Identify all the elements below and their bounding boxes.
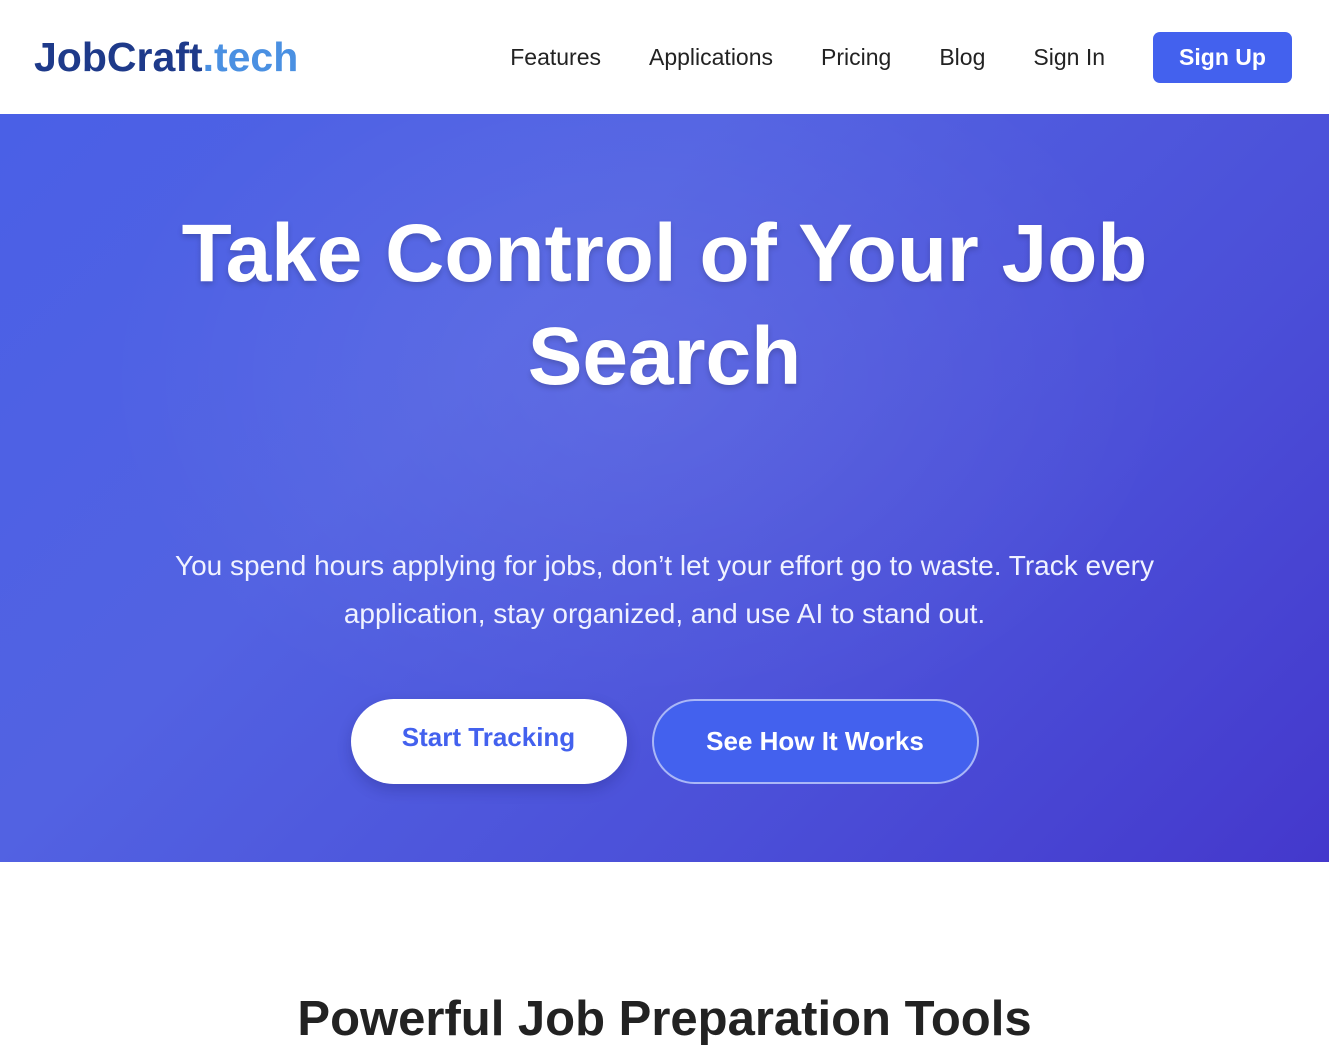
nav-link-sign-in[interactable]: Sign In (1033, 45, 1105, 69)
hero-subtitle: You spend hours applying for jobs, don’t… (174, 550, 1154, 629)
hero-title: Take Control of Your Job Search (181, 208, 1148, 402)
features-section: Powerful Job Preparation Tools (0, 862, 1329, 1054)
hero-section: Take Control of Your Job Search You spen… (0, 114, 1329, 862)
sign-up-button[interactable]: Sign Up (1153, 31, 1292, 83)
logo-main: JobCraft (34, 33, 203, 80)
nav-link-pricing[interactable]: Pricing (821, 45, 891, 69)
start-tracking-button[interactable]: Start Tracking (350, 699, 627, 784)
site-header: JobCraft .tech Features Applications Pric… (0, 0, 1329, 114)
see-how-it-works-button[interactable]: See How It Works (651, 699, 979, 784)
nav-link-features[interactable]: Features (510, 45, 601, 69)
logo-accent: .tech (202, 33, 299, 80)
features-title: Powerful Job Preparation Tools (297, 992, 1032, 1046)
hero-actions: Start Tracking See How It Works (0, 699, 1329, 784)
main-nav: Features Applications Pricing Blog Sign … (510, 0, 1292, 114)
nav-link-applications[interactable]: Applications (649, 45, 773, 69)
logo[interactable]: JobCraft .tech (34, 33, 299, 80)
nav-link-blog[interactable]: Blog (939, 45, 985, 69)
